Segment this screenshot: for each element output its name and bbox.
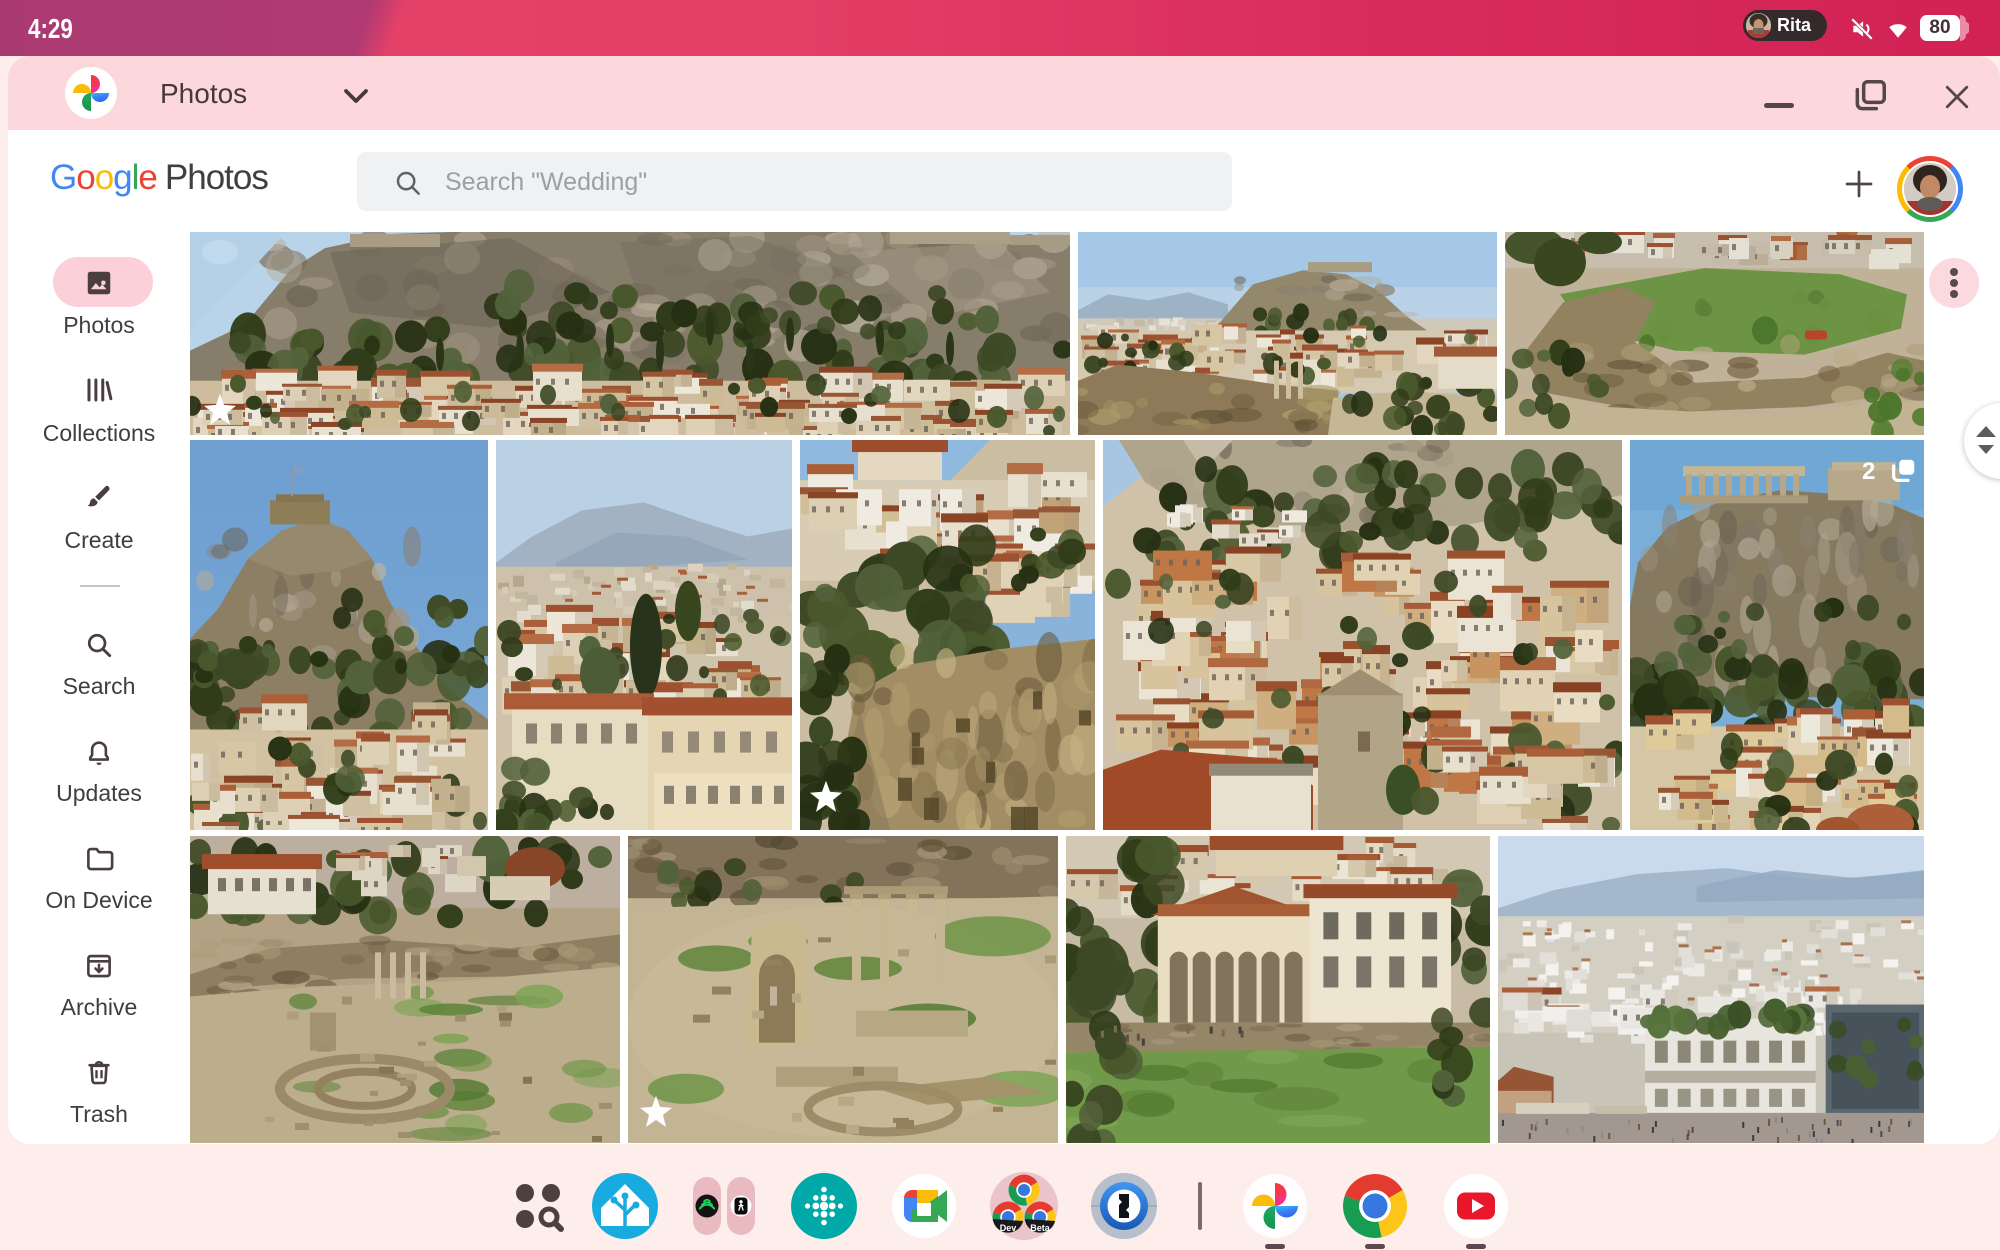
svg-text:Dev: Dev [1000,1223,1017,1233]
svg-text:Beta: Beta [1030,1223,1051,1233]
